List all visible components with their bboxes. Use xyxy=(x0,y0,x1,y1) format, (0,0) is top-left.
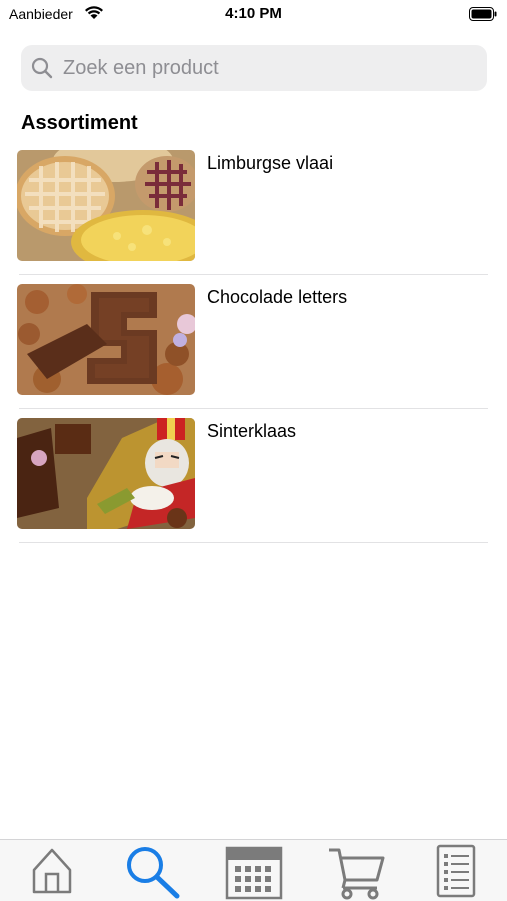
tab-calendar[interactable] xyxy=(224,844,284,900)
tab-cart[interactable] xyxy=(326,844,386,900)
row-separator xyxy=(19,274,488,275)
product-thumbnail xyxy=(17,284,195,395)
row-separator xyxy=(19,408,488,409)
home-icon xyxy=(32,848,72,894)
product-thumbnail xyxy=(17,418,195,529)
tab-orders[interactable] xyxy=(426,844,486,900)
clock: 4:10 PM xyxy=(225,5,282,22)
row-separator xyxy=(19,542,488,543)
search-input[interactable] xyxy=(63,45,473,91)
product-list: Limburgse vlaai Chocolade letters Sinter… xyxy=(17,150,488,552)
list-icon xyxy=(436,844,476,898)
list-item[interactable]: Limburgse vlaai xyxy=(17,150,488,284)
tab-search[interactable] xyxy=(122,844,182,900)
list-item[interactable]: Sinterklaas xyxy=(17,418,488,552)
tab-bar xyxy=(0,839,507,901)
search-icon xyxy=(127,847,180,899)
section-title: Assortiment xyxy=(21,112,138,134)
search-bar[interactable] xyxy=(21,45,487,91)
product-name: Limburgse vlaai xyxy=(207,153,334,173)
product-name: Chocolade letters xyxy=(207,287,348,307)
tab-home[interactable] xyxy=(22,844,82,900)
calendar-icon xyxy=(225,846,283,900)
list-item[interactable]: Chocolade letters xyxy=(17,284,488,418)
cart-icon xyxy=(329,848,385,900)
status-bar: Aanbieder 4:10 PM xyxy=(0,0,507,28)
search-icon xyxy=(31,57,53,79)
battery-icon xyxy=(469,7,497,21)
product-thumbnail xyxy=(17,150,195,261)
product-name: Sinterklaas xyxy=(207,421,297,441)
